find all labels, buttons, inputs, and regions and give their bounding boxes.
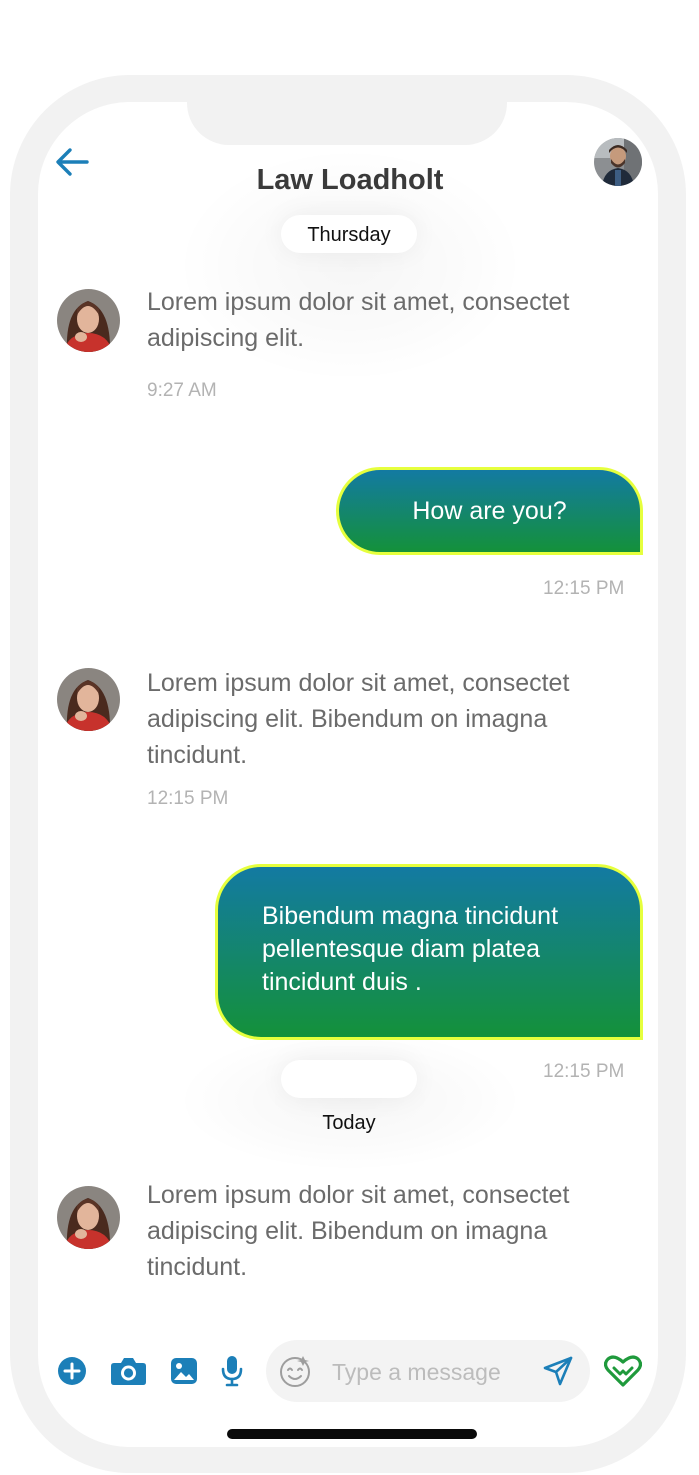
heart-icon	[604, 1355, 642, 1387]
image-icon	[171, 1358, 197, 1384]
sender-avatar	[57, 289, 120, 352]
gallery-button[interactable]	[169, 1352, 199, 1390]
emoji-icon[interactable]	[278, 1353, 314, 1389]
incoming-message-text: Lorem ipsum dolor sit amet, consectet ad…	[147, 669, 570, 769]
contact-name: Law Loadholt	[256, 164, 444, 196]
camera-icon	[110, 1358, 146, 1385]
day-separator-label: Thursday	[307, 224, 391, 246]
microphone-icon	[221, 1356, 243, 1387]
home-indicator[interactable]	[227, 1429, 477, 1439]
outgoing-message-text: How are you?	[412, 496, 567, 525]
add-attachment-button[interactable]	[56, 1352, 88, 1390]
arrow-left-icon	[56, 148, 89, 176]
incoming-message-text: Lorem ipsum dolor sit amet, consectet ad…	[147, 1181, 570, 1281]
message-time: 12:15 PM	[147, 788, 229, 809]
day-separator-label: Today	[322, 1112, 376, 1134]
plus-circle-icon	[58, 1357, 86, 1385]
sender-avatar	[57, 1186, 120, 1249]
phone-notch	[187, 80, 507, 145]
message-composer	[266, 1340, 590, 1402]
back-button[interactable]	[52, 142, 92, 182]
message-time: 12:15 PM	[543, 578, 625, 599]
message-input[interactable]	[330, 1352, 534, 1392]
message-time: 9:27 AM	[147, 380, 217, 401]
outgoing-message-text: Bibendum magna tincidunt pellentesque di…	[262, 902, 559, 996]
contact-avatar[interactable]	[594, 138, 642, 186]
sender-avatar	[57, 668, 120, 731]
voice-button[interactable]	[219, 1352, 245, 1390]
day-separator-pill	[281, 1060, 417, 1098]
outgoing-message-bubble: Bibendum magna tincidunt pellentesque di…	[215, 864, 643, 1040]
message-time: 12:15 PM	[543, 1061, 625, 1082]
incoming-message-text: Lorem ipsum dolor sit amet, consectet ad…	[147, 288, 570, 352]
favorite-button[interactable]	[604, 1352, 642, 1390]
outgoing-message-bubble: How are you?	[336, 467, 643, 555]
send-icon[interactable]	[542, 1355, 574, 1387]
camera-button[interactable]	[109, 1352, 147, 1390]
